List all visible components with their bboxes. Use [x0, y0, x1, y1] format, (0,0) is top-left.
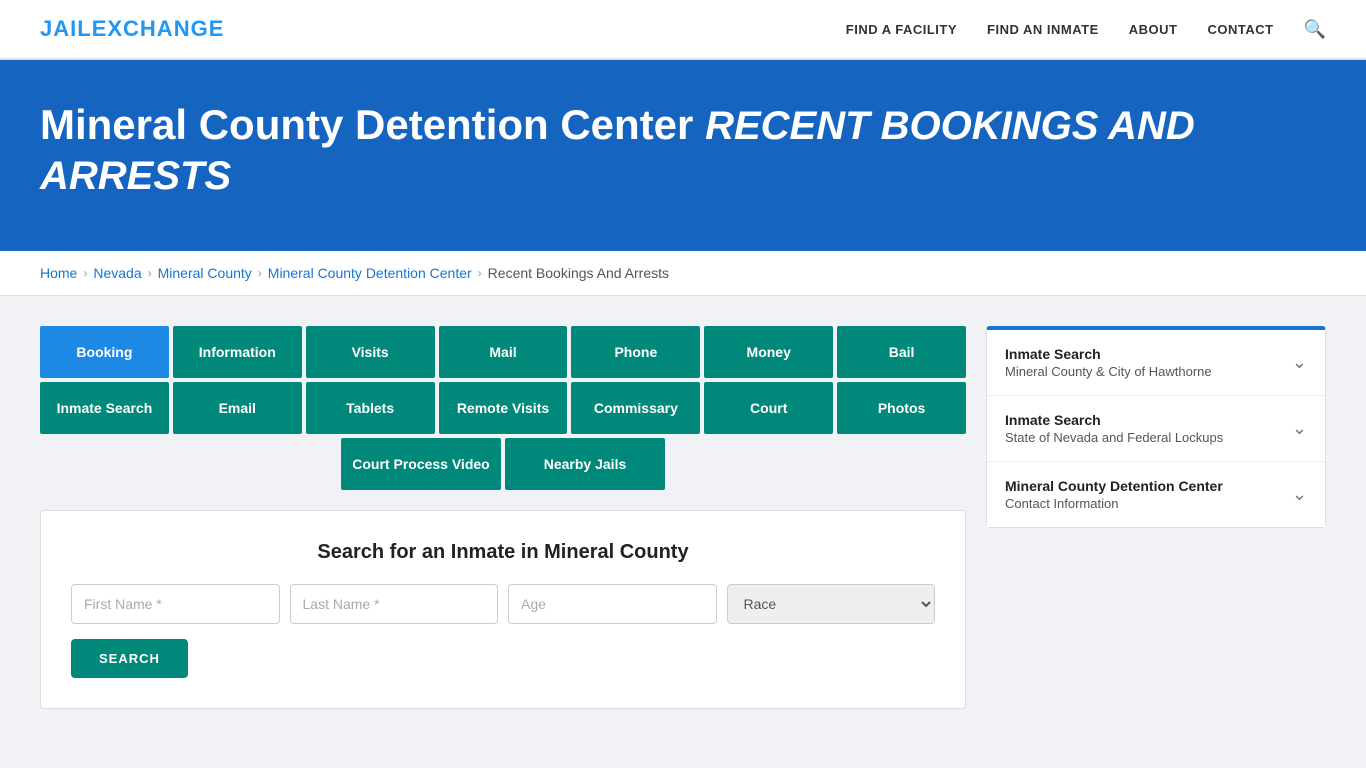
- nav-buttons-row2: Inmate Search Email Tablets Remote Visit…: [40, 382, 966, 434]
- logo[interactable]: JAILEXCHANGE: [40, 16, 224, 42]
- sidebar-item-inmate-search-mineral[interactable]: Inmate Search Mineral County & City of H…: [987, 330, 1325, 396]
- sep3: ›: [258, 266, 262, 280]
- sidebar-card: Inmate Search Mineral County & City of H…: [986, 326, 1326, 528]
- search-box: Search for an Inmate in Mineral County R…: [40, 510, 966, 709]
- sep1: ›: [83, 266, 87, 280]
- page-title: Mineral County Detention Center RECENT B…: [40, 100, 1326, 201]
- btn-inmate-search[interactable]: Inmate Search: [40, 382, 169, 434]
- nav-buttons-row1: Booking Information Visits Mail Phone Mo…: [40, 326, 966, 378]
- sidebar-item-inmate-search-nevada[interactable]: Inmate Search State of Nevada and Federa…: [987, 396, 1325, 462]
- nav-find-inmate[interactable]: FIND AN INMATE: [987, 22, 1099, 37]
- age-input[interactable]: [508, 584, 717, 624]
- btn-bail[interactable]: Bail: [837, 326, 966, 378]
- btn-visits[interactable]: Visits: [306, 326, 435, 378]
- last-name-input[interactable]: [290, 584, 499, 624]
- hero-title-main: Mineral County Detention Center: [40, 101, 693, 148]
- nav-about[interactable]: ABOUT: [1129, 22, 1178, 37]
- btn-information[interactable]: Information: [173, 326, 302, 378]
- btn-court-process-video[interactable]: Court Process Video: [341, 438, 501, 490]
- chevron-icon-2: ⌄: [1292, 418, 1307, 439]
- left-column: Booking Information Visits Mail Phone Mo…: [40, 326, 966, 709]
- btn-tablets[interactable]: Tablets: [306, 382, 435, 434]
- btn-commissary[interactable]: Commissary: [571, 382, 700, 434]
- btn-remote-visits[interactable]: Remote Visits: [439, 382, 568, 434]
- race-select[interactable]: Race: [727, 584, 936, 624]
- sidebar-item-text-1: Inmate Search Mineral County & City of H…: [1005, 346, 1212, 379]
- nav-contact[interactable]: CONTACT: [1207, 22, 1273, 37]
- sidebar-item-title-1: Inmate Search: [1005, 346, 1212, 362]
- sidebar-item-text-2: Inmate Search State of Nevada and Federa…: [1005, 412, 1223, 445]
- sidebar-item-subtitle-2: State of Nevada and Federal Lockups: [1005, 430, 1223, 445]
- sep2: ›: [148, 266, 152, 280]
- header: JAILEXCHANGE FIND A FACILITY FIND AN INM…: [0, 0, 1366, 60]
- sep4: ›: [478, 266, 482, 280]
- logo-jail: JAIL: [40, 16, 92, 41]
- btn-phone[interactable]: Phone: [571, 326, 700, 378]
- first-name-input[interactable]: [71, 584, 280, 624]
- breadcrumb-current: Recent Bookings And Arrests: [488, 265, 669, 281]
- breadcrumb-mineral[interactable]: Mineral County: [158, 265, 252, 281]
- search-title: Search for an Inmate in Mineral County: [71, 541, 935, 564]
- btn-nearby-jails[interactable]: Nearby Jails: [505, 438, 665, 490]
- nav-buttons-row3: Court Process Video Nearby Jails: [40, 438, 966, 490]
- search-fields: Race: [71, 584, 935, 624]
- breadcrumb-detention[interactable]: Mineral County Detention Center: [268, 265, 472, 281]
- right-sidebar: Inmate Search Mineral County & City of H…: [986, 326, 1326, 709]
- sidebar-item-subtitle-1: Mineral County & City of Hawthorne: [1005, 364, 1212, 379]
- btn-money[interactable]: Money: [704, 326, 833, 378]
- breadcrumb-home[interactable]: Home: [40, 265, 77, 281]
- main-content: Booking Information Visits Mail Phone Mo…: [0, 296, 1366, 739]
- sidebar-item-subtitle-3: Contact Information: [1005, 496, 1223, 511]
- breadcrumb: Home › Nevada › Mineral County › Mineral…: [0, 251, 1366, 296]
- header-search-icon[interactable]: 🔍: [1304, 19, 1326, 40]
- logo-exchange: EXCHANGE: [92, 16, 225, 41]
- sidebar-item-title-2: Inmate Search: [1005, 412, 1223, 428]
- chevron-icon-3: ⌄: [1292, 484, 1307, 505]
- btn-email[interactable]: Email: [173, 382, 302, 434]
- nav-find-facility[interactable]: FIND A FACILITY: [846, 22, 957, 37]
- breadcrumb-nevada[interactable]: Nevada: [93, 265, 141, 281]
- main-nav: FIND A FACILITY FIND AN INMATE ABOUT CON…: [846, 19, 1326, 40]
- btn-mail[interactable]: Mail: [439, 326, 568, 378]
- btn-photos[interactable]: Photos: [837, 382, 966, 434]
- btn-booking[interactable]: Booking: [40, 326, 169, 378]
- sidebar-item-title-3: Mineral County Detention Center: [1005, 478, 1223, 494]
- hero-section: Mineral County Detention Center RECENT B…: [0, 60, 1366, 251]
- sidebar-item-contact-info[interactable]: Mineral County Detention Center Contact …: [987, 462, 1325, 527]
- search-button[interactable]: SEARCH: [71, 639, 188, 678]
- chevron-icon-1: ⌄: [1292, 352, 1307, 373]
- btn-court[interactable]: Court: [704, 382, 833, 434]
- sidebar-item-text-3: Mineral County Detention Center Contact …: [1005, 478, 1223, 511]
